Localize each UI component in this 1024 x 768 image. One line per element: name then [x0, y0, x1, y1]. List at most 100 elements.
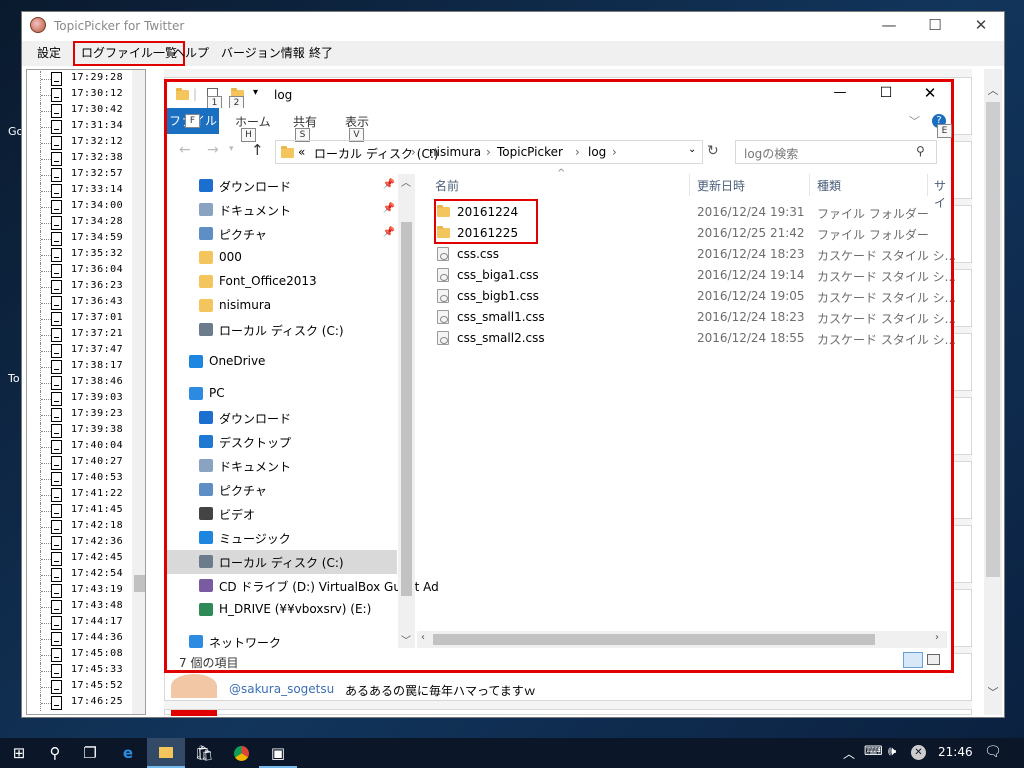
tweet-card[interactable]: [164, 709, 972, 716]
log-list-item[interactable]: 17:43:19: [27, 583, 133, 599]
file-row[interactable]: css_biga1.css 2016/12/24 19:14 カスケード スタイル …: [433, 265, 956, 286]
start-icon[interactable]: ⊞: [0, 738, 38, 768]
log-list-scrollbar[interactable]: [132, 70, 145, 714]
column-header-date[interactable]: 更新日時: [697, 177, 745, 201]
log-list-item[interactable]: 17:34:00: [27, 199, 133, 215]
search-icon[interactable]: ⚲: [36, 738, 74, 768]
recent-locations-icon[interactable]: ▾: [229, 144, 234, 154]
log-list-item[interactable]: 17:32:57: [27, 167, 133, 183]
search-box[interactable]: logの検索 ⚲: [735, 140, 937, 164]
log-list-scroll-thumb[interactable]: [134, 575, 145, 592]
log-list-item[interactable]: 17:33:14: [27, 183, 133, 199]
log-list-item[interactable]: 17:32:38: [27, 151, 133, 167]
log-list-item[interactable]: 17:44:17: [27, 615, 133, 631]
address-bar[interactable]: « ローカル ディスク (C:) › nisimura › TopicPicke…: [275, 140, 703, 164]
nav-scroll-thumb[interactable]: [401, 222, 412, 596]
file-row[interactable]: css_bigb1.css 2016/12/24 19:05 カスケード スタイル …: [433, 286, 956, 307]
task-view-icon[interactable]: ❐: [71, 738, 109, 768]
scroll-down-icon[interactable]: ﹀: [984, 684, 1002, 700]
tray-chevron-icon[interactable]: ︿: [843, 745, 855, 762]
minimize-button[interactable]: —: [829, 82, 851, 104]
tweet-username[interactable]: @sakura_sogetsu: [229, 682, 334, 696]
nav-item[interactable]: ピクチャ 📌: [167, 222, 397, 246]
nav-item[interactable]: ローカル ディスク (C:): [167, 318, 397, 342]
nav-item[interactable]: デスクトップ: [167, 430, 397, 454]
breadcrumb-item[interactable]: log: [588, 145, 606, 159]
scroll-right-icon[interactable]: ›: [935, 632, 939, 643]
log-list-item[interactable]: 17:39:03: [27, 391, 133, 407]
edge-icon[interactable]: e: [109, 738, 147, 768]
log-list-item[interactable]: 17:42:54: [27, 567, 133, 583]
pin-icon[interactable]: 📌: [383, 179, 395, 190]
menu-exit[interactable]: 終了: [303, 44, 339, 64]
file-explorer-icon[interactable]: [147, 738, 185, 768]
log-list-item[interactable]: 17:41:45: [27, 503, 133, 519]
nav-item[interactable]: ダウンロード: [167, 406, 397, 430]
nav-item[interactable]: ビデオ: [167, 502, 397, 526]
address-dropdown-icon[interactable]: ⌄: [688, 144, 696, 155]
log-list-item[interactable]: 17:34:28: [27, 215, 133, 231]
menu-version-info[interactable]: バージョン情報: [215, 44, 311, 64]
file-list-hscroll-thumb[interactable]: [433, 634, 875, 645]
search-icon[interactable]: ⚲: [916, 144, 925, 158]
file-row[interactable]: css_small2.css 2016/12/24 18:55 カスケード スタイル…: [433, 328, 956, 349]
log-list-item[interactable]: 17:32:12: [27, 135, 133, 151]
log-list-item[interactable]: 17:37:47: [27, 343, 133, 359]
log-list-item[interactable]: 17:29:28: [27, 71, 133, 87]
store-icon[interactable]: 🛍: [185, 738, 223, 768]
pin-icon[interactable]: 📌: [383, 203, 395, 214]
scroll-left-icon[interactable]: ‹: [421, 632, 425, 643]
maximize-button[interactable]: ☐: [875, 82, 897, 104]
log-list-item[interactable]: 17:36:43: [27, 295, 133, 311]
log-file-list[interactable]: 17:46:25 17:45:52 17:45:33 17:45:08 17:44:36…: [26, 69, 146, 715]
log-list-item[interactable]: 17:42:18: [27, 519, 133, 535]
quick-access-dropdown-icon[interactable]: ▾: [253, 87, 258, 98]
up-icon[interactable]: ↑: [251, 141, 264, 159]
desktop-icon-label[interactable]: To: [8, 372, 20, 385]
network-tray-icon[interactable]: ⌨: [864, 744, 883, 759]
column-header-name[interactable]: 名前: [435, 177, 459, 201]
menu-settings[interactable]: 設定: [31, 44, 67, 64]
large-icons-view-icon[interactable]: [927, 654, 940, 665]
log-list-item[interactable]: 17:36:23: [27, 279, 133, 295]
log-list-item[interactable]: 17:41:22: [27, 487, 133, 503]
nav-item[interactable]: ミュージック: [167, 526, 397, 550]
log-list-item[interactable]: 17:38:17: [27, 359, 133, 375]
log-list-item[interactable]: 17:38:46: [27, 375, 133, 391]
scroll-down-icon[interactable]: ﹀: [401, 632, 411, 647]
log-list-item[interactable]: 17:36:04: [27, 263, 133, 279]
feed-scroll-thumb[interactable]: [986, 102, 1000, 577]
log-list-item[interactable]: 17:45:08: [27, 647, 133, 663]
action-center-icon[interactable]: 🗨: [984, 744, 1002, 760]
log-list-item[interactable]: 17:43:48: [27, 599, 133, 615]
log-list-item[interactable]: 17:40:53: [27, 471, 133, 487]
nav-item[interactable]: nisimura: [167, 294, 397, 318]
file-row[interactable]: css.css 2016/12/24 18:23 カスケード スタイル シ...: [433, 244, 956, 265]
nav-item[interactable]: ドキュメント: [167, 454, 397, 478]
log-list-item[interactable]: 17:40:27: [27, 455, 133, 471]
back-icon[interactable]: ←: [179, 142, 191, 158]
close-button[interactable]: ✕: [958, 12, 1004, 41]
menu-help[interactable]: ヘルプ: [167, 44, 215, 64]
log-list-item[interactable]: 17:37:21: [27, 327, 133, 343]
nav-item[interactable]: Font_Office2013: [167, 270, 397, 294]
refresh-icon[interactable]: ↻: [707, 143, 719, 159]
file-row[interactable]: 20161225 2016/12/25 21:42 ファイル フォルダー: [433, 223, 953, 244]
chrome-icon[interactable]: [222, 738, 260, 768]
nav-item[interactable]: OneDrive: [167, 350, 397, 374]
log-list-item[interactable]: 17:45:52: [27, 679, 133, 695]
nav-item[interactable]: ピクチャ: [167, 478, 397, 502]
log-list-item[interactable]: 17:46:25: [27, 695, 133, 711]
pin-icon[interactable]: 📌: [383, 227, 395, 238]
nav-item[interactable]: H_DRIVE (¥¥vboxsrv) (E:): [167, 598, 397, 622]
column-header-type[interactable]: 種類: [817, 177, 841, 201]
nav-item[interactable]: 000: [167, 246, 397, 270]
topicpicker-taskbar-icon[interactable]: ▣: [259, 738, 297, 768]
nav-item[interactable]: ダウンロード 📌: [167, 174, 397, 198]
log-list-item[interactable]: 17:42:36: [27, 535, 133, 551]
log-list-item[interactable]: 17:34:59: [27, 231, 133, 247]
nav-item[interactable]: CD ドライブ (D:) VirtualBox Guest Ad: [167, 574, 439, 598]
log-list-item[interactable]: 17:39:38: [27, 423, 133, 439]
minimize-button[interactable]: —: [866, 12, 912, 41]
scroll-up-icon[interactable]: ︿: [401, 174, 411, 189]
